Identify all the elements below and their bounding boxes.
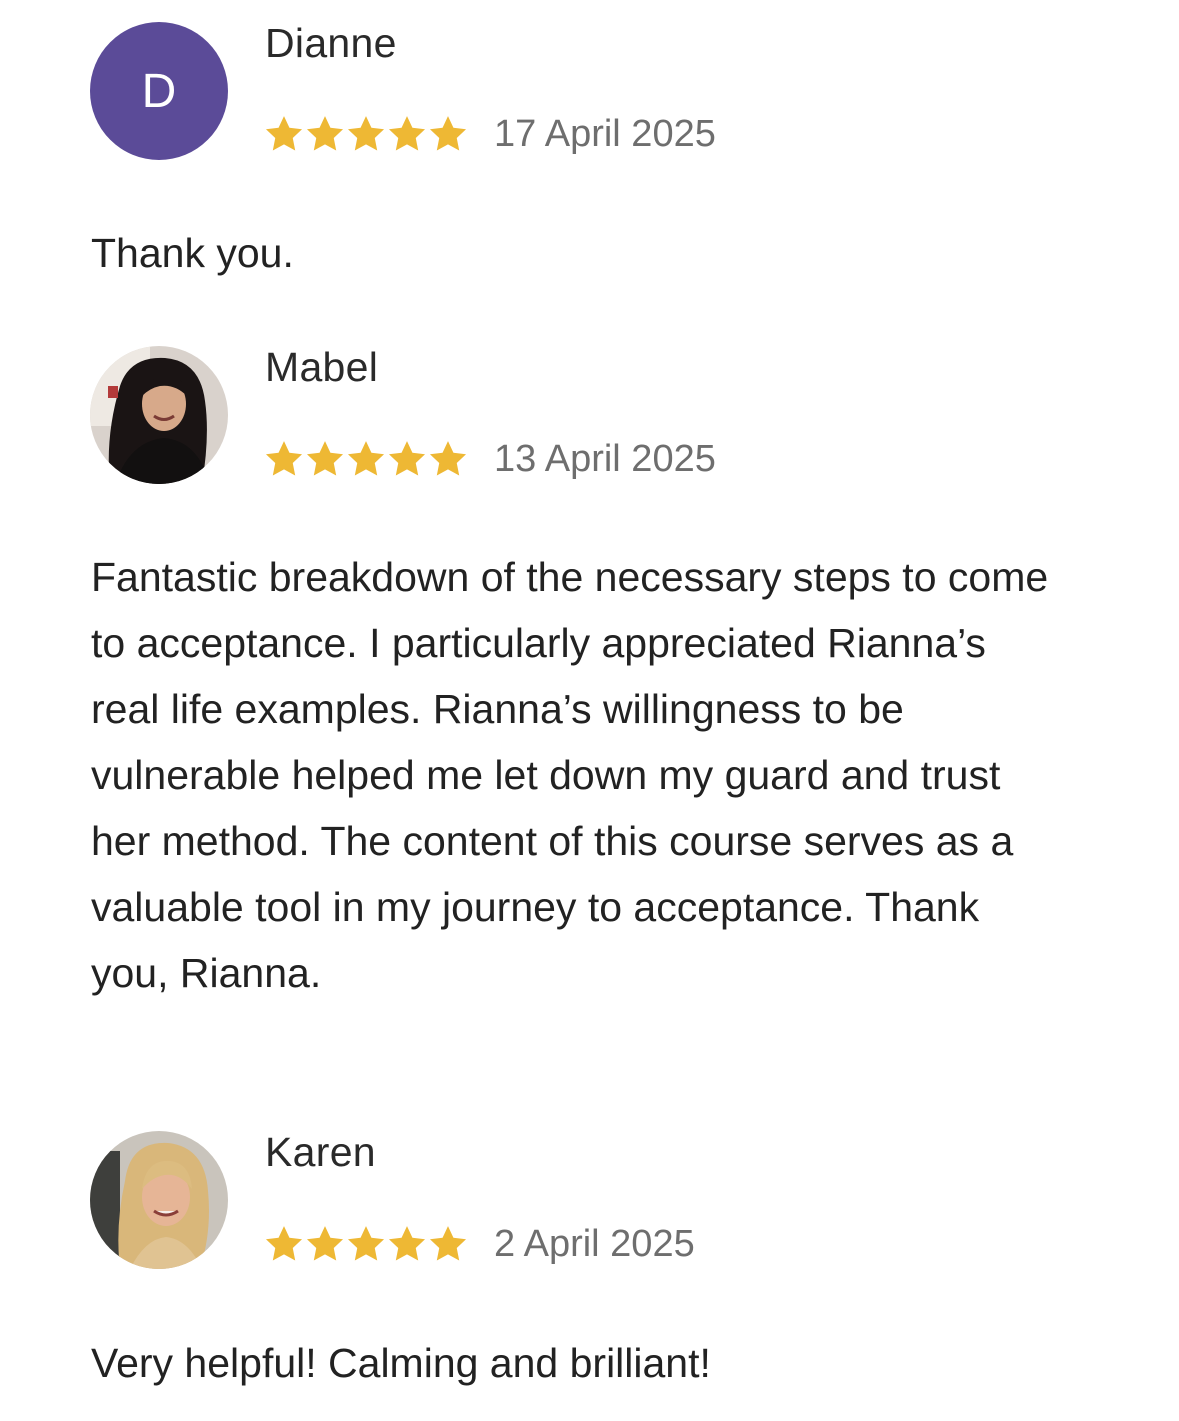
star-icon: [386, 113, 428, 155]
star-icon: [345, 113, 387, 155]
avatar-photo: [90, 346, 228, 484]
star-icon: [427, 113, 469, 155]
stars: [263, 1223, 468, 1265]
star-icon: [345, 1223, 387, 1265]
star-icon: [304, 1223, 346, 1265]
star-icon: [427, 1223, 469, 1265]
reviewer-name: Mabel: [265, 344, 379, 390]
star-rating: 13 April 2025: [263, 437, 716, 481]
reviewer-name: Karen: [265, 1129, 376, 1175]
star-icon: [263, 438, 305, 480]
star-icon: [386, 438, 428, 480]
avatar: [90, 1131, 228, 1269]
star-rating: 2 April 2025: [263, 1222, 695, 1266]
review-date: 13 April 2025: [494, 437, 716, 480]
star-icon: [263, 113, 305, 155]
star-icon: [304, 438, 346, 480]
review-date: 17 April 2025: [494, 112, 716, 155]
star-icon: [263, 1223, 305, 1265]
star-icon: [345, 438, 387, 480]
avatar: D: [90, 22, 228, 160]
review-date: 2 April 2025: [494, 1222, 695, 1265]
star-icon: [427, 438, 469, 480]
review-text: Fantastic breakdown of the necessary ste…: [91, 554, 1049, 996]
avatar: [90, 346, 228, 484]
stars: [263, 438, 468, 480]
star-icon: [304, 113, 346, 155]
review-text: Very helpful! Calming and brilliant!: [91, 1340, 711, 1386]
avatar-photo: [90, 1131, 228, 1269]
star-rating: 17 April 2025: [263, 112, 716, 156]
star-icon: [386, 1223, 428, 1265]
avatar-initial: D: [141, 64, 177, 118]
stars: [263, 113, 468, 155]
review-text: Thank you.: [91, 230, 294, 276]
reviewer-name: Dianne: [265, 20, 397, 66]
